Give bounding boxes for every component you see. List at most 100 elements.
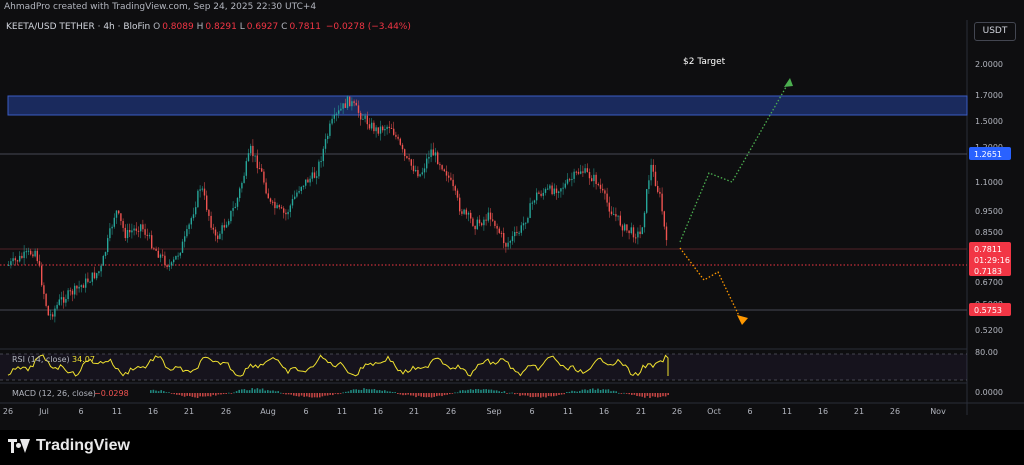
candle-body <box>635 237 637 239</box>
macd-bar <box>597 388 599 393</box>
candle-body <box>142 224 144 230</box>
candle-body <box>467 212 470 215</box>
macd-bar <box>360 389 363 393</box>
candle-body <box>115 210 118 218</box>
svg-text:0.5753: 0.5753 <box>974 306 1002 315</box>
candle-body <box>522 223 525 226</box>
candle-body <box>173 259 175 263</box>
candle-body <box>93 272 96 279</box>
macd-bar <box>553 393 555 397</box>
badge-1-2651[interactable]: 1.2651 <box>969 147 1011 160</box>
time-tick: 16 <box>148 407 158 416</box>
macd-bar <box>649 393 651 398</box>
chart-canvas[interactable]: $2 Target 2.0000 1.7000 1.5000 1.2000 1.… <box>0 0 1024 430</box>
candle-body <box>456 190 459 198</box>
candle-body <box>258 168 261 170</box>
candle-body <box>65 299 67 303</box>
macd-bar <box>191 393 194 397</box>
time-tick: 21 <box>854 407 864 416</box>
macd-bar <box>477 389 480 393</box>
candle-body <box>595 174 597 185</box>
macd-bar <box>503 391 506 393</box>
rsi-legend-value: 34.07 <box>72 355 95 364</box>
candle-body <box>599 184 602 189</box>
candle-body <box>617 215 619 217</box>
bearish-projection-path[interactable] <box>679 247 743 323</box>
resistance-zone[interactable] <box>7 95 968 116</box>
candle-body <box>421 172 423 175</box>
candle-body <box>208 209 210 216</box>
macd-bar <box>391 391 394 393</box>
candle-body <box>527 217 529 223</box>
macd-bar <box>196 393 199 398</box>
macd-bar <box>566 392 568 393</box>
candle-body <box>351 101 353 107</box>
macd-bar <box>233 392 235 394</box>
candle-body <box>221 225 223 234</box>
candle-body <box>309 178 311 183</box>
candle-body <box>89 281 91 283</box>
candle-body <box>47 305 49 316</box>
candle-body <box>408 157 410 160</box>
candle-body <box>472 218 474 226</box>
macd-bar <box>371 389 373 393</box>
footer-bar <box>0 430 1024 465</box>
macd-bar <box>202 393 204 397</box>
macd-bar <box>623 392 625 394</box>
candle-body <box>254 155 256 157</box>
tradingview-logo[interactable]: TradingView <box>8 435 130 457</box>
macd-legend-label[interactable]: MACD (12, 26, close) <box>12 389 96 398</box>
macd-bar <box>303 393 305 397</box>
time-tick: 6 <box>529 407 534 416</box>
candle-body <box>91 272 93 282</box>
badge-0-5753[interactable]: 0.5753 <box>969 303 1011 316</box>
macd-bar <box>425 393 428 398</box>
macd-bar <box>280 392 282 394</box>
time-axis[interactable]: 26 Jul 6 11 16 21 26 Aug 6 11 16 21 26 Sep 6 11 16 21 26 Oc… <box>3 407 946 416</box>
candle-body <box>71 290 74 295</box>
candle-body <box>437 152 439 165</box>
svg-text:0.7183: 0.7183 <box>974 267 1002 276</box>
candle-body <box>318 161 320 177</box>
candle-body <box>38 261 41 266</box>
macd-bar <box>225 393 227 394</box>
macd-bar <box>215 393 217 396</box>
candle-body <box>514 231 516 237</box>
candle-body <box>582 171 584 173</box>
candle-body <box>113 217 115 227</box>
candle-body <box>228 221 230 225</box>
macd-bar <box>430 393 433 398</box>
macd-bar <box>298 393 300 397</box>
candle-body <box>443 169 445 172</box>
target-annotation[interactable]: $2 Target <box>683 57 726 67</box>
candle-body <box>368 124 371 129</box>
candle-body <box>355 102 357 106</box>
candle-body <box>648 180 650 190</box>
macd-bar <box>334 393 337 394</box>
macd-bar <box>256 388 259 393</box>
candle-body <box>76 285 78 289</box>
candle-body <box>450 177 452 180</box>
candle-body <box>586 168 588 172</box>
macd-bar <box>293 393 295 396</box>
badge-last-price[interactable]: 0.7811 01:29:16 0.7183 <box>969 242 1011 276</box>
candle-body <box>445 171 448 176</box>
macd-bar <box>620 393 623 394</box>
macd-bar <box>527 393 529 396</box>
candle-body <box>498 228 500 233</box>
candle-body <box>536 192 538 201</box>
candle-body <box>373 122 375 132</box>
macd-bar <box>150 390 152 393</box>
macd-bar <box>657 393 659 398</box>
svg-text:1.2651: 1.2651 <box>974 150 1002 159</box>
candle-body <box>379 126 382 134</box>
candle-body <box>637 231 639 238</box>
rsi-legend-label[interactable]: RSI (14, close) <box>12 355 70 364</box>
candle-body <box>80 285 82 287</box>
candle-body <box>34 250 36 257</box>
macd-bar <box>376 390 378 393</box>
macd-bar <box>287 393 290 395</box>
macd-bar <box>277 391 279 393</box>
macd-bar <box>581 389 584 393</box>
candle-body <box>432 149 434 156</box>
